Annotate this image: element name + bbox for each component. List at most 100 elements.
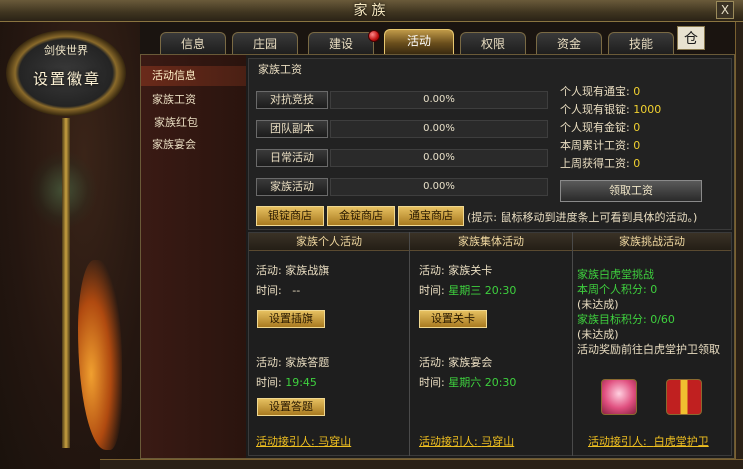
dungeon-progress-bar[interactable]: 0.00%: [330, 120, 548, 138]
set-emblem-button[interactable]: 设置徽章: [26, 64, 108, 94]
set-flag-button[interactable]: 设置插旗: [257, 310, 325, 328]
stat-tongbao: 个人现有通宝: 0: [560, 83, 640, 99]
group-act2: 活动: 家族宴会: [419, 354, 492, 370]
tab-build[interactable]: 建设: [308, 32, 374, 54]
stat-value: 1000: [633, 103, 662, 116]
value: 19:45: [285, 376, 317, 389]
personal-activity-header: 家族个人活动: [249, 233, 409, 251]
daily-wage-button[interactable]: 日常活动: [256, 149, 328, 167]
personal-npc-link[interactable]: 活动接引人: 马穿山: [256, 433, 351, 449]
hint-text: (提示: 鼠标移动到进度条上可看到具体的活动。): [467, 211, 698, 224]
challenge-npc-link[interactable]: 活动接引人: 白虎堂护卫: [588, 433, 709, 449]
sidebar-item-wages[interactable]: 家族工资: [141, 90, 246, 110]
sidebar-item-activity-info[interactable]: 活动信息: [141, 66, 246, 86]
bottom-border: [100, 459, 743, 469]
stat-label: 本周累计工资:: [560, 139, 630, 152]
daily-progress-bar[interactable]: 0.00%: [330, 149, 548, 167]
warehouse-button[interactable]: 仓: [677, 26, 705, 50]
value: 家族战旗: [285, 264, 330, 277]
label: 活动接引人:: [419, 435, 478, 448]
value: 星期三 20:30: [448, 284, 517, 297]
tab-activity[interactable]: 活动: [384, 29, 454, 54]
stat-gold: 个人现有金锭: 0: [560, 119, 640, 135]
close-button[interactable]: X: [716, 1, 734, 19]
group-act1: 活动: 家族关卡: [419, 262, 492, 278]
challenge-personal-status: (未达成): [577, 298, 619, 311]
family-wage-button[interactable]: 家族活动: [256, 178, 328, 196]
gold-shop-button[interactable]: 金锭商店: [327, 206, 395, 226]
label: 活动:: [256, 356, 282, 369]
stat-label: 上周获得工资:: [560, 157, 630, 170]
npc-name[interactable]: 马穿山: [481, 435, 514, 448]
label: 时间:: [256, 376, 282, 389]
npc-name[interactable]: 白虎堂护卫: [654, 435, 709, 448]
stat-value: 0: [633, 85, 641, 98]
value: 星期六 20:30: [448, 376, 517, 389]
tab-funds[interactable]: 资金: [536, 32, 602, 54]
set-stage-button[interactable]: 设置关卡: [419, 310, 487, 328]
personal-time2: 时间: 19:45: [256, 374, 317, 390]
npc-name[interactable]: 马穿山: [318, 435, 351, 448]
right-border: [735, 22, 743, 469]
tab-manor[interactable]: 庄园: [232, 32, 298, 54]
stat-value: 0: [633, 121, 641, 134]
value: 家族答题: [285, 356, 330, 369]
group-time1: 时间: 星期三 20:30: [419, 282, 516, 298]
group-time2: 时间: 星期六 20:30: [419, 374, 516, 390]
tab-skills[interactable]: 技能: [608, 32, 674, 54]
stat-last-week-wage: 上周获得工资: 0: [560, 155, 640, 171]
challenge-personal-score: 本周个人积分: 0: [577, 283, 658, 296]
family-percent: 0.00%: [423, 181, 455, 192]
stat-week-wage: 本周累计工资: 0: [560, 137, 640, 153]
label: 时间:: [419, 376, 445, 389]
daily-percent: 0.00%: [423, 152, 455, 163]
pvp-percent: 0.00%: [423, 94, 455, 105]
label: 活动接引人:: [588, 435, 647, 448]
staff-ornament: [62, 118, 70, 448]
group-activity-header: 家族集体活动: [410, 233, 572, 251]
sidebar-item-red-packet[interactable]: 家族红包: [141, 113, 246, 133]
notification-dot-icon: [368, 30, 380, 42]
stat-label: 个人现有银锭:: [560, 103, 630, 116]
tongbao-shop-button[interactable]: 通宝商店: [398, 206, 464, 226]
personal-act2: 活动: 家族答题: [256, 354, 329, 370]
pvp-progress-bar[interactable]: 0.00%: [330, 91, 548, 109]
value: --: [292, 284, 301, 297]
gift-bag-icon[interactable]: [601, 379, 637, 415]
challenge-title: 家族白虎堂挑战: [577, 268, 654, 281]
challenge-target-score: 家族目标积分: 0/60: [577, 313, 675, 326]
sidebar-item-banquet[interactable]: 家族宴会: [141, 135, 246, 155]
stat-value: 0: [633, 157, 641, 170]
stat-label: 个人现有金锭:: [560, 121, 630, 134]
window-title: 家族: [353, 3, 390, 19]
value: 家族宴会: [448, 356, 493, 369]
personal-time1: 时间: --: [256, 282, 300, 298]
stat-value: 0: [633, 139, 641, 152]
label: 活动:: [256, 264, 282, 277]
stat-silver: 个人现有银锭: 1000: [560, 101, 661, 117]
group-npc-link[interactable]: 活动接引人: 马穿山: [419, 433, 514, 449]
dungeon-wage-button[interactable]: 团队副本: [256, 120, 328, 138]
tab-strip: 信息 庄园 建设 活动 权限 资金 技能: [160, 28, 735, 54]
challenge-activity-header: 家族挑战活动: [573, 233, 731, 251]
family-progress-bar[interactable]: 0.00%: [330, 178, 548, 196]
pvp-wage-button[interactable]: 对抗竞技: [256, 91, 328, 109]
label: 活动:: [419, 356, 445, 369]
wages-title: 家族工资: [258, 63, 302, 76]
sidebar: 活动信息 家族工资 家族红包 家族宴会: [141, 55, 246, 458]
dungeon-percent: 0.00%: [423, 123, 455, 134]
set-quiz-button[interactable]: 设置答题: [257, 398, 325, 416]
label: 时间:: [419, 284, 445, 297]
label: 时间:: [256, 284, 282, 297]
label: 活动:: [419, 264, 445, 277]
gift-box-icon[interactable]: [666, 379, 702, 415]
column-divider: [572, 232, 573, 456]
tab-info[interactable]: 信息: [160, 32, 226, 54]
personal-act1: 活动: 家族战旗: [256, 262, 329, 278]
value: 家族关卡: [448, 264, 493, 277]
silver-shop-button[interactable]: 银锭商店: [256, 206, 324, 226]
tab-permission[interactable]: 权限: [460, 32, 526, 54]
wages-section: [248, 58, 732, 230]
challenge-reward-note: 活动奖励前往白虎堂护卫领取: [577, 343, 720, 356]
claim-wage-button[interactable]: 领取工资: [560, 180, 702, 202]
